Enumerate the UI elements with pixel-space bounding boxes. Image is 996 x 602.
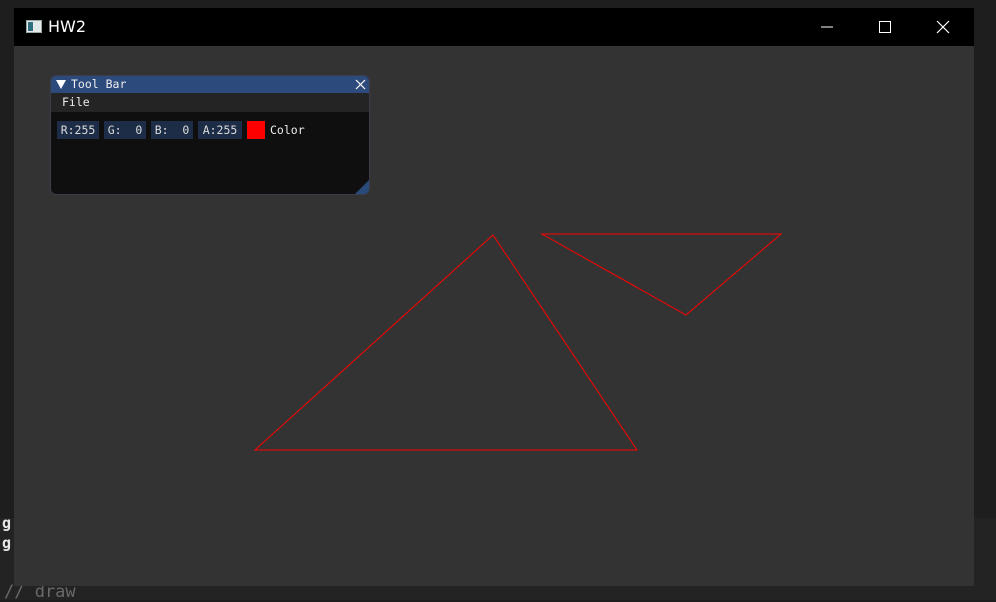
minimize-icon [821, 26, 833, 28]
close-icon[interactable] [355, 79, 366, 90]
red-input[interactable]: R:255 [57, 121, 99, 139]
panel-title-bar[interactable]: Tool Bar [51, 76, 369, 93]
blue-input[interactable]: B: 0 [151, 121, 193, 139]
editor-line: g [2, 534, 12, 552]
resize-grip-icon[interactable] [355, 180, 369, 194]
maximize-icon [879, 21, 891, 33]
app-window: HW2 Tool Bar File R:255 G: 0 B: 0 A:255 … [14, 8, 974, 586]
minimize-button[interactable] [798, 8, 856, 46]
collapse-triangle-icon[interactable] [56, 80, 66, 89]
title-bar[interactable]: HW2 [14, 8, 974, 46]
close-button[interactable] [914, 8, 972, 46]
close-icon [936, 20, 950, 34]
triangle-shape[interactable] [253, 234, 638, 451]
editor-line: g [2, 514, 12, 532]
panel-title: Tool Bar [71, 77, 127, 91]
alpha-input[interactable]: A:255 [198, 121, 242, 139]
tool-bar-panel: Tool Bar File R:255 G: 0 B: 0 A:255 Colo… [50, 75, 370, 195]
maximize-button[interactable] [856, 8, 914, 46]
triangle-shape[interactable] [540, 233, 783, 316]
app-icon [26, 20, 42, 33]
menu-bar: File [51, 93, 369, 112]
color-swatch[interactable] [247, 121, 265, 139]
color-label: Color [270, 123, 305, 137]
menu-file[interactable]: File [62, 95, 90, 109]
green-input[interactable]: G: 0 [104, 121, 146, 139]
window-title: HW2 [48, 17, 87, 36]
